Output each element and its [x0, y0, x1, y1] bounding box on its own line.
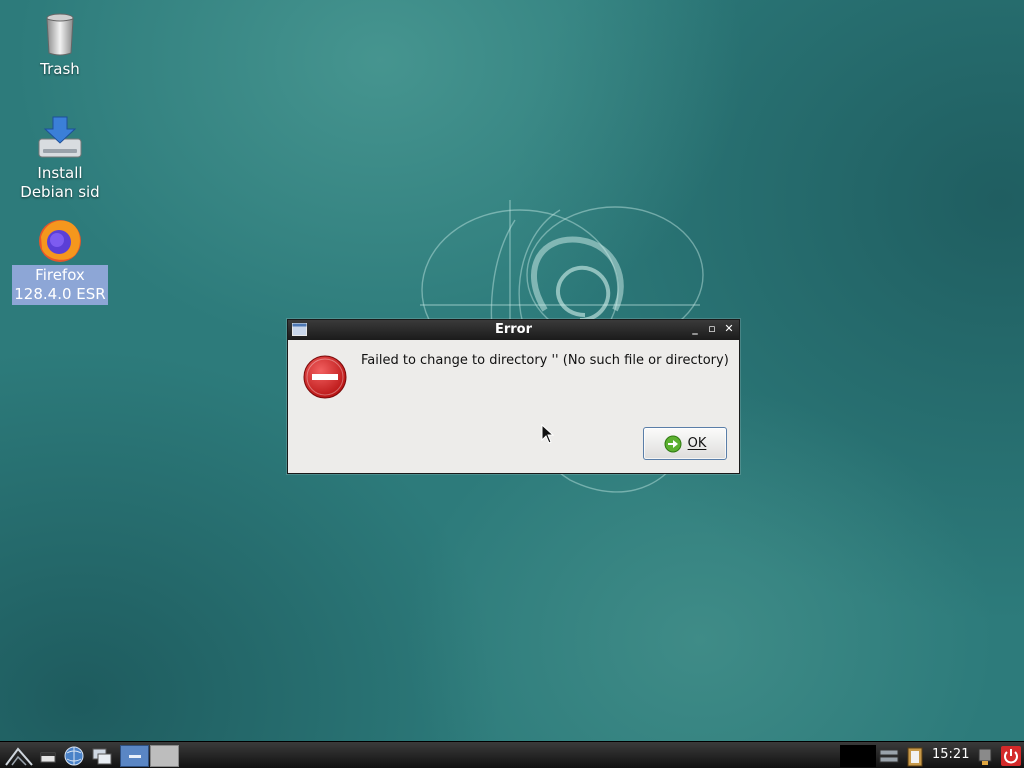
desktop-icon-install-debian[interactable]: Install Debian sid — [10, 115, 110, 203]
power-icon[interactable] — [1000, 745, 1022, 767]
desktop-icon-label: Firefox 128.4.0 ESR — [12, 265, 108, 305]
network-icon[interactable] — [878, 745, 900, 767]
desktop-icon-trash[interactable]: Trash — [10, 13, 110, 80]
ok-button[interactable]: OK — [643, 427, 727, 460]
dialog-titlebar[interactable]: Error _ ▫ ✕ — [288, 320, 739, 340]
minimize-icon[interactable]: _ — [688, 322, 702, 336]
task-button[interactable] — [150, 745, 179, 767]
firefox-icon — [39, 220, 81, 262]
mouse-cursor-icon — [541, 424, 555, 444]
taskbar: 15:21 — [0, 741, 1024, 768]
ok-button-label: OK — [687, 436, 707, 451]
trash-icon — [46, 13, 74, 56]
error-message: Failed to change to directory '' (No suc… — [361, 353, 729, 368]
task-button-minimize-glyph — [129, 755, 141, 758]
error-icon — [303, 355, 347, 399]
clock[interactable]: 15:21 — [932, 747, 969, 762]
error-dialog: Error _ ▫ ✕ Failed to change to director… — [287, 319, 740, 474]
desktop-icon-label-line1: Firefox — [35, 266, 85, 284]
windows-icon[interactable] — [90, 745, 114, 767]
desktop-icon-label: Trash — [40, 60, 80, 78]
ok-arrow-icon — [664, 435, 682, 452]
menu-icon[interactable] — [4, 745, 34, 767]
install-drive-icon — [38, 116, 82, 158]
clipboard-icon[interactable] — [904, 745, 926, 767]
desktop-icon-label: Install Debian sid — [18, 163, 101, 203]
desktop-icon-label-line1: Install — [37, 164, 83, 182]
desktop-icon-label-line2: Debian sid — [20, 183, 100, 201]
tray-black-area — [840, 745, 876, 767]
desktop-icon-label-line2: 128.4.0 ESR — [14, 285, 106, 303]
desktop-icon-firefox[interactable]: Firefox 128.4.0 ESR — [10, 217, 110, 305]
close-icon[interactable]: ✕ — [722, 322, 736, 336]
maximize-icon[interactable]: ▫ — [705, 322, 719, 336]
task-button-active[interactable] — [120, 745, 149, 767]
dialog-title: Error — [494, 322, 533, 337]
browser-icon[interactable] — [62, 745, 86, 767]
show-desktop-icon[interactable] — [38, 745, 58, 767]
usb-icon[interactable] — [974, 745, 996, 767]
